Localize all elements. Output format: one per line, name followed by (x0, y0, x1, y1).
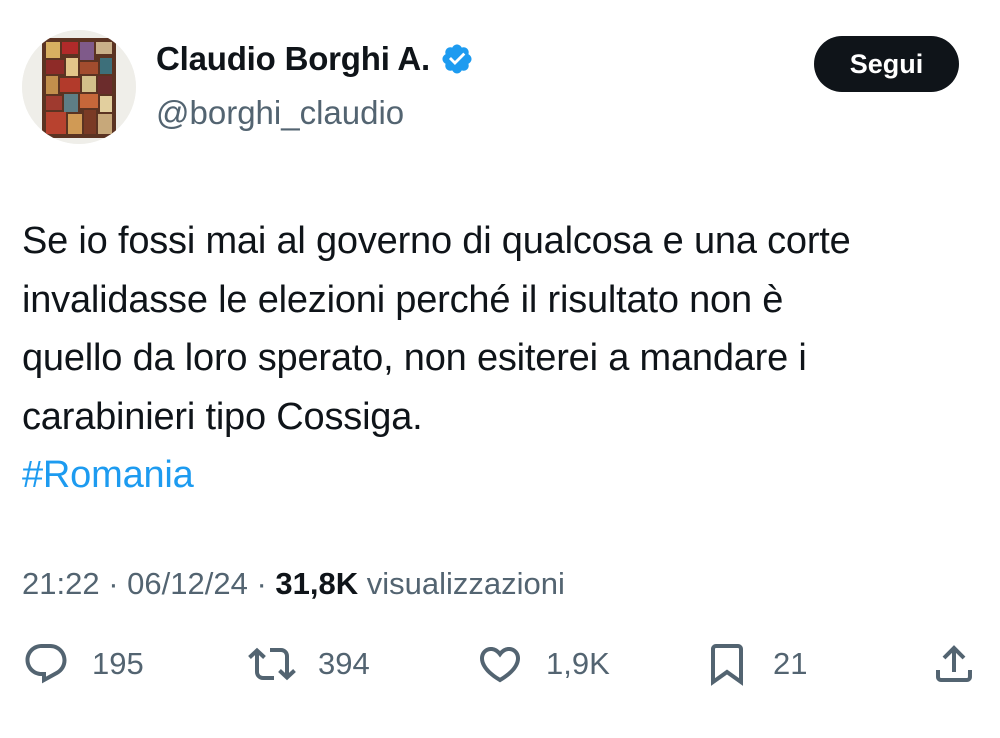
views-label: visualizzazioni (366, 566, 565, 601)
tweet-time[interactable]: 21:22 (22, 566, 100, 601)
follow-button[interactable]: Segui (814, 36, 959, 92)
hashtag-link[interactable]: #Romania (22, 446, 982, 505)
verified-badge-icon (442, 44, 472, 74)
like-button[interactable]: 1,9K (476, 640, 610, 688)
heart-icon (479, 647, 521, 683)
meta-separator: · (256, 566, 267, 601)
share-icon (936, 645, 972, 682)
reply-button[interactable]: 195 (22, 640, 144, 688)
tweet-meta: 21:22 · 06/12/24 · 31,8K visualizzazioni (22, 566, 565, 602)
views-count: 31,8K (275, 566, 359, 601)
retweet-button[interactable]: 394 (248, 640, 370, 688)
avatar-image (22, 30, 136, 144)
action-bar: 195 394 1,9K 21 (0, 640, 1000, 700)
tweet-date[interactable]: 06/12/24 (127, 566, 248, 601)
avatar[interactable] (22, 30, 136, 144)
bookmark-count: 21 (773, 646, 808, 681)
like-count: 1,9K (546, 646, 610, 681)
tweet-text-line: quello da loro sperato, non esiterei a m… (22, 337, 807, 379)
tweet-text: Se io fossi mai al governo di qualcosa e… (22, 212, 982, 505)
share-button[interactable] (930, 640, 978, 688)
tweet-text-line: Se io fossi mai al governo di qualcosa e… (22, 220, 851, 262)
author-name-row[interactable]: Claudio Borghi A. (156, 40, 474, 78)
tweet-text-line: invalidasse le elezioni perché il risult… (22, 278, 784, 321)
tweet-text-line: carabinieri tipo Cossiga. (22, 395, 423, 438)
meta-separator: · (108, 566, 119, 601)
bookmark-icon (711, 644, 743, 686)
author-handle[interactable]: @borghi_claudio (156, 94, 404, 132)
retweet-icon (248, 647, 296, 681)
author-name[interactable]: Claudio Borghi A. (156, 40, 430, 78)
bookmark-button[interactable]: 21 (703, 640, 807, 688)
reply-icon (25, 644, 67, 684)
reply-count: 195 (92, 646, 144, 681)
retweet-count: 394 (318, 646, 370, 681)
